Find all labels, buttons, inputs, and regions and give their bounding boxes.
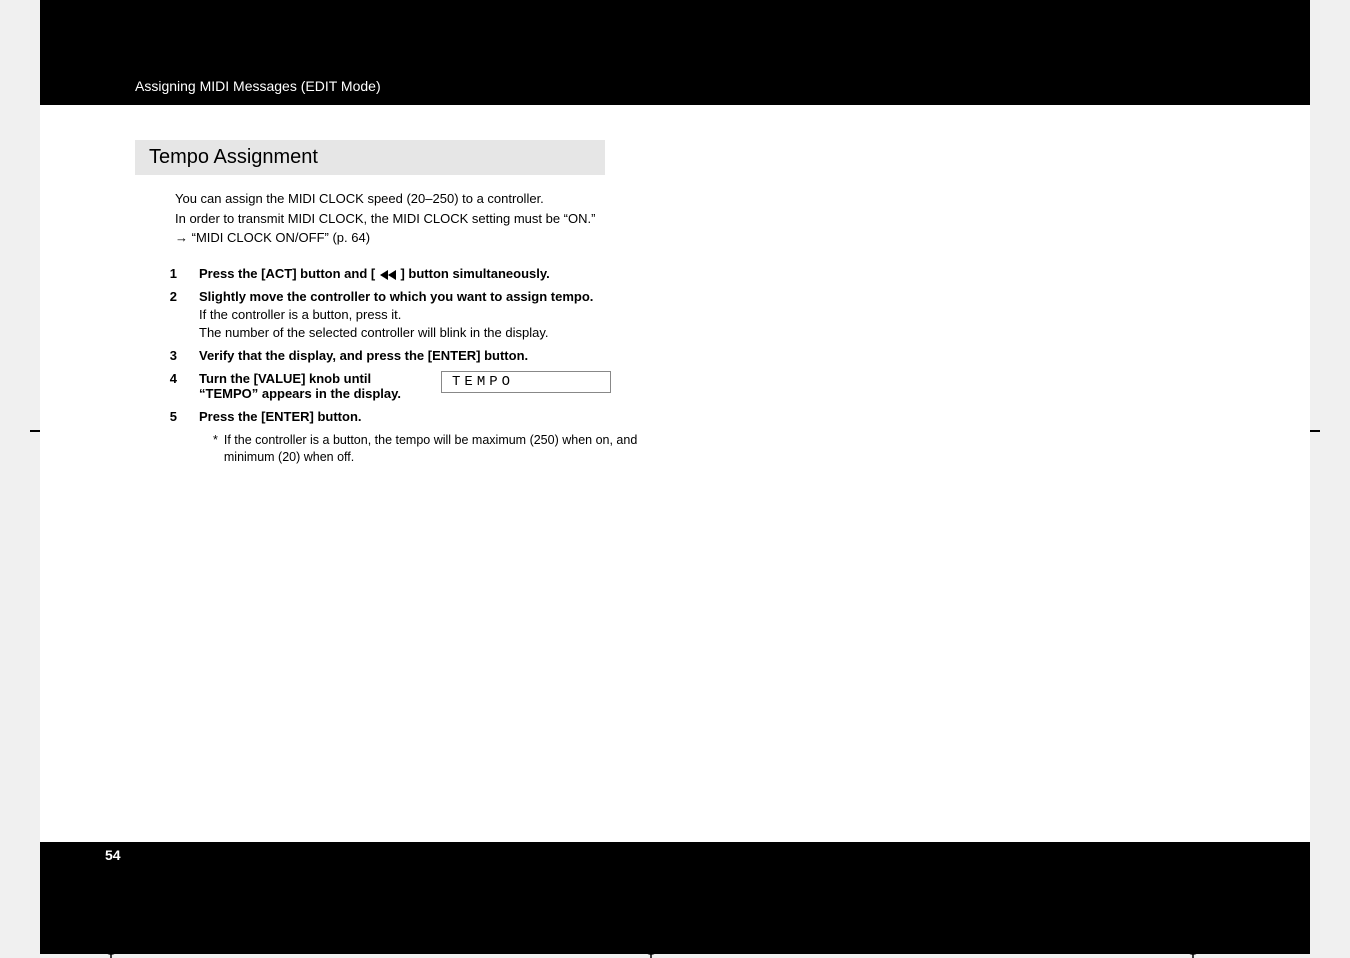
breadcrumb: Assigning MIDI Messages (EDIT Mode) <box>135 78 381 94</box>
arrow-icon: → <box>175 230 192 245</box>
section-title: Tempo Assignment <box>149 146 591 169</box>
page: Assigning MIDI Messages (EDIT Mode) Temp… <box>40 0 1310 954</box>
step-number: 2 <box>163 289 177 340</box>
step-3: 3 Verify that the display, and press the… <box>163 348 1215 363</box>
header-bar: Assigning MIDI Messages (EDIT Mode) <box>40 0 1310 105</box>
intro-crossref: “MIDI CLOCK ON/OFF” (p. 64) <box>192 230 370 245</box>
footnote: * If the controller is a button, the tem… <box>213 432 673 467</box>
step-number: 5 <box>163 409 177 424</box>
footnote-text: If the controller is a button, the tempo… <box>224 432 673 467</box>
intro-line: You can assign the MIDI CLOCK speed (20–… <box>175 189 1215 209</box>
step-body: Press the [ENTER] button. <box>199 409 1215 424</box>
step-2: 2 Slightly move the controller to which … <box>163 289 1215 340</box>
step-text: Turn the [VALUE] knob until <box>199 371 401 386</box>
step-body: Turn the [VALUE] knob until “TEMPO” appe… <box>199 371 1215 401</box>
intro-line: In order to transmit MIDI CLOCK, the MID… <box>175 209 1215 229</box>
step-text: Press the [ACT] button and [ <box>199 266 375 281</box>
intro-paragraph: You can assign the MIDI CLOCK speed (20–… <box>175 189 1215 248</box>
step-number: 4 <box>163 371 177 401</box>
step-text: Slightly move the controller to which yo… <box>199 289 1215 304</box>
step-body: Verify that the display, and press the [… <box>199 348 1215 363</box>
rewind-icon <box>379 266 401 281</box>
step-text: ] button simultaneously. <box>400 266 549 281</box>
step-5: 5 Press the [ENTER] button. <box>163 409 1215 424</box>
step-4: 4 Turn the [VALUE] knob until “TEMPO” ap… <box>163 371 1215 401</box>
step-text: Verify that the display, and press the [… <box>199 348 1215 363</box>
step-subtext: If the controller is a button, press it. <box>199 307 1215 322</box>
step-body: Slightly move the controller to which yo… <box>199 289 1215 340</box>
content: Tempo Assignment You can assign the MIDI… <box>135 140 1215 467</box>
step-number: 1 <box>163 266 177 281</box>
step-body: Press the [ACT] button and [ ] button si… <box>199 266 1215 281</box>
footnote-marker: * <box>213 432 218 467</box>
step-text: “TEMPO” appears in the display. <box>199 386 401 401</box>
display-readout: TEMPO <box>441 371 611 393</box>
step-number: 3 <box>163 348 177 363</box>
page-number: 54 <box>95 844 131 866</box>
steps-list: 1 Press the [ACT] button and [ ] button … <box>163 266 1215 467</box>
footer-bar <box>40 842 1310 954</box>
step-text: Press the [ENTER] button. <box>199 409 1215 424</box>
step-1: 1 Press the [ACT] button and [ ] button … <box>163 266 1215 281</box>
intro-line: → “MIDI CLOCK ON/OFF” (p. 64) <box>175 228 1215 248</box>
step-subtext: The number of the selected controller wi… <box>199 325 1215 340</box>
section-heading: Tempo Assignment <box>135 140 605 175</box>
